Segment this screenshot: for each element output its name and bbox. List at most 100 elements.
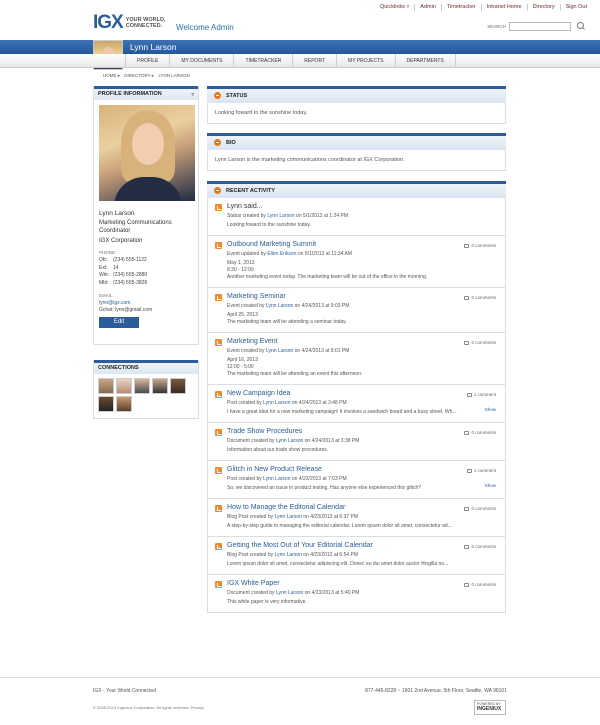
activity-text: So, we discovered an issue in product te… <box>227 485 422 491</box>
logo[interactable]: IGX YOUR WORLD, CONNECTED. <box>93 12 176 34</box>
tab-departments[interactable]: DEPARTMENTS <box>396 54 456 68</box>
connections-title: CONNECTIONS <box>98 365 139 371</box>
logo-tagline: YOUR WORLD, CONNECTED. <box>125 17 166 29</box>
comments-count: 0 comments <box>471 295 496 300</box>
edit-profile-button[interactable]: Edit <box>99 317 139 328</box>
profile-panel: PROFILE INFORMATION ▿ Lynn Larson Market… <box>93 86 199 345</box>
activity-item: How to Manage the Editorial Calendar Blog… <box>208 499 505 537</box>
activity-title-link[interactable]: Marketing Event <box>227 337 498 346</box>
profile-panel-header[interactable]: PROFILE INFORMATION ▿ <box>94 86 198 100</box>
activity-meta: Blog Post created by Lynn Larson on 4/23… <box>227 552 498 558</box>
activity-title-link[interactable]: Lynn said... <box>227 202 498 211</box>
activity-author-link[interactable]: Lynn Larson <box>263 400 290 406</box>
breadcrumb-home[interactable]: HOME ▸ <box>103 73 120 78</box>
connection-avatar[interactable] <box>134 378 150 394</box>
comments-link[interactable]: 0 comments <box>464 243 496 248</box>
comments-link[interactable]: 0 comments <box>464 340 496 345</box>
activity-meta: Blog Post created by Lynn Larson on 4/23… <box>227 514 498 520</box>
comments-link[interactable]: 1 comment <box>466 392 496 397</box>
activity-title-link[interactable]: Getting the Most Out of Your Editorial C… <box>227 541 498 550</box>
status-title: STATUS <box>226 93 248 99</box>
connection-avatar[interactable] <box>98 396 114 412</box>
activity-title-link[interactable]: Outbound Marketing Summit <box>227 240 498 249</box>
tab-report[interactable]: REPORT <box>293 54 338 68</box>
footer: IGX - Your World Connected 877-445-8228 … <box>0 677 600 715</box>
connection-avatar[interactable] <box>98 378 114 394</box>
connection-avatar[interactable] <box>116 378 132 394</box>
comment-icon <box>464 544 470 549</box>
comments-link[interactable]: 0 comments <box>464 506 496 511</box>
phone-key: Ofc: <box>99 257 109 263</box>
comments-link[interactable]: 0 comments <box>464 430 496 435</box>
timetracker-link[interactable]: Timetracker <box>440 4 481 11</box>
activity-meta-date: on 4/23/2013 at 7:03 PM <box>290 476 347 482</box>
activity-meta-date: on 5/1/2013 at 1:24 PM <box>294 213 349 219</box>
activity-author-link[interactable]: Lynn Larson <box>267 213 294 219</box>
phone-label: PHONE: <box>99 250 117 255</box>
connection-avatar[interactable] <box>170 378 186 394</box>
badge-brand: INGENIUX <box>477 705 502 712</box>
collapse-icon[interactable] <box>214 187 221 194</box>
connection-avatar[interactable] <box>116 396 132 412</box>
activity-author-link[interactable]: Lynn Larson <box>276 438 303 444</box>
phone-row: Ofc: (234) 555-1122 <box>99 257 193 265</box>
search-icon[interactable] <box>576 21 586 31</box>
collapse-icon[interactable] <box>214 139 221 146</box>
comments-link[interactable]: 1 comment <box>466 468 496 473</box>
email-link[interactable]: lynn@igx.com <box>99 300 193 307</box>
show-comments-link[interactable]: Show <box>485 407 496 412</box>
sign-out-link[interactable]: Sign Out <box>559 4 592 11</box>
activity-author-link[interactable]: Ellen Erikson <box>267 251 296 257</box>
comments-link[interactable]: 0 comments <box>464 582 496 587</box>
phone-row: Mbl: (234) 555-3828 <box>99 280 193 288</box>
comment-icon <box>464 295 470 300</box>
profile-panel-title: PROFILE INFORMATION <box>98 91 162 97</box>
activity-author-link[interactable]: Lynn Larson <box>266 303 293 309</box>
bio-title: BIO <box>226 140 236 146</box>
tab-profile[interactable]: PROFILE <box>125 54 171 68</box>
activity-title-link[interactable]: Marketing Seminar <box>227 292 498 301</box>
comments-link[interactable]: 0 comments <box>464 295 496 300</box>
connections-header: CONNECTIONS <box>94 360 198 374</box>
tab-timetracker[interactable]: TIMETRACKER <box>234 54 294 68</box>
activity-title-link[interactable]: Glitch in New Product Release <box>227 465 498 474</box>
comment-icon <box>464 582 470 587</box>
comment-icon <box>464 340 470 345</box>
activity-meta-prefix: Post created by <box>227 400 264 406</box>
activity-author-link[interactable]: Lynn Larson <box>275 514 302 520</box>
footer-site-name: IGX - Your World Connected <box>93 688 156 694</box>
activity-author-link[interactable]: Lynn Larson <box>263 476 290 482</box>
collapse-icon[interactable] <box>214 92 221 99</box>
activity-author-link[interactable]: Lynn Larson <box>275 552 302 558</box>
activity-item: Getting the Most Out of Your Editorial C… <box>208 537 505 575</box>
activity-text: April 16, 2013 12:00 - 5:00 The marketin… <box>227 357 363 377</box>
activity-author-link[interactable]: Lynn Larson <box>266 348 293 354</box>
directory-link[interactable]: Directory <box>526 4 560 11</box>
tab-my-projects[interactable]: MY PROJECTS <box>337 54 396 68</box>
logo-mark: IGX <box>93 12 124 33</box>
admin-link[interactable]: Admin <box>414 4 441 11</box>
powered-by-badge[interactable]: POWERED BY INGENIUX <box>474 700 506 715</box>
activity-title-link[interactable]: Trade Show Procedures <box>227 427 498 436</box>
chevron-down-icon[interactable]: ▿ <box>191 92 194 98</box>
connection-avatar[interactable] <box>152 378 168 394</box>
activity-type-icon <box>215 339 222 346</box>
activity-meta: Document created by Lynn Larson on 4/23/… <box>227 590 498 596</box>
activity-item: IGX White Paper Document created by Lynn … <box>208 575 505 612</box>
activity-item: Marketing Seminar Event created by Lynn L… <box>208 288 505 333</box>
activity-meta: Event created by Lynn Larson on 4/24/201… <box>227 348 498 354</box>
quicklinks-menu[interactable]: Quicklinks ▿ <box>375 4 414 11</box>
activity-title-link[interactable]: IGX White Paper <box>227 579 498 588</box>
activity-title-link[interactable]: How to Manage the Editorial Calendar <box>227 503 498 512</box>
activity-header: RECENT ACTIVITY <box>207 181 506 198</box>
activity-author-link[interactable]: Lynn Larson <box>276 590 303 596</box>
intranet-home-link[interactable]: Intranet Home <box>480 4 527 11</box>
show-comments-link[interactable]: Show <box>485 483 496 488</box>
breadcrumb-directory[interactable]: DIRECTORY ▸ <box>124 73 154 78</box>
comment-icon <box>464 506 470 511</box>
tab-my-documents[interactable]: MY DOCUMENTS <box>170 54 235 68</box>
comments-link[interactable]: 0 comments <box>464 544 496 549</box>
activity-title-link[interactable]: New Campaign Idea <box>227 389 498 398</box>
search-input[interactable] <box>509 21 571 31</box>
activity-text: May 1, 2013 8:30 - 12:00 Another marketi… <box>227 260 428 280</box>
